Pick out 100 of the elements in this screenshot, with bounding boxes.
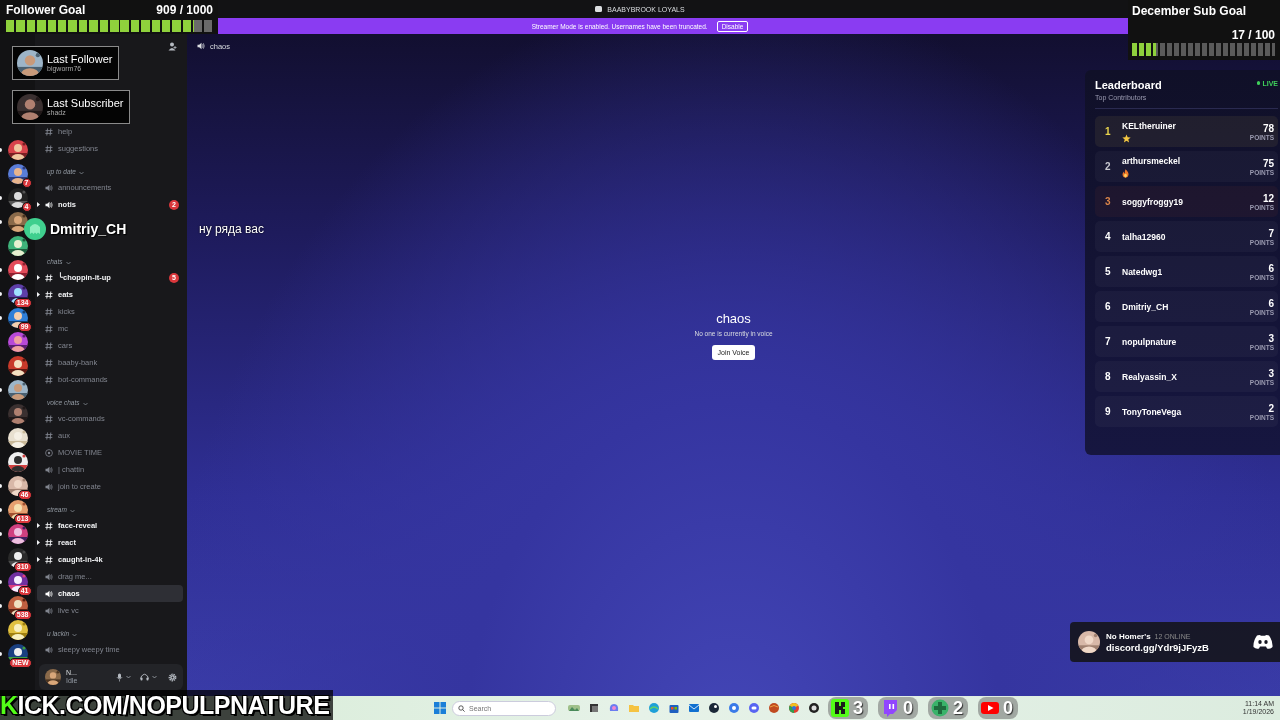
hashtag-icon — [45, 414, 53, 423]
hashtag-icon — [45, 273, 53, 282]
server-icon — [595, 6, 603, 12]
hashtag-icon — [45, 521, 53, 530]
rank-number: 7 — [1105, 336, 1111, 347]
points-value: 6 — [1268, 262, 1274, 274]
rank-number: 4 — [1105, 231, 1111, 242]
speaker-icon — [197, 42, 205, 50]
record-icon[interactable] — [808, 702, 820, 714]
chevron-icon — [69, 509, 75, 513]
contributor-name: Dmitriy_CH — [1122, 301, 1169, 312]
speaker-icon — [45, 606, 53, 615]
hashtag-icon — [45, 538, 53, 547]
plus-icon — [931, 699, 950, 717]
hashtag-icon — [45, 290, 53, 299]
goal-title: Follower Goal — [6, 3, 86, 17]
chevron-icon[interactable] — [126, 675, 131, 679]
rank-number: 1 — [1105, 126, 1111, 137]
rank-number: 6 — [1105, 301, 1111, 312]
kick-logo: K — [0, 690, 18, 720]
contributor-name: TonyToneVega — [1122, 406, 1182, 417]
hashtag-icon — [45, 307, 53, 316]
mail-icon[interactable] — [688, 702, 700, 714]
hashtag-icon — [45, 555, 53, 564]
chevron-icon — [65, 261, 71, 265]
hashtag-icon — [45, 341, 53, 350]
points-value: 75 — [1262, 157, 1274, 169]
unread-marker-icon — [37, 292, 40, 297]
globe-icon[interactable] — [788, 702, 800, 714]
unread-marker-icon — [37, 523, 40, 528]
hashtag-icon — [45, 144, 53, 153]
play-icon — [981, 699, 1000, 717]
viewer-counter: 0 — [878, 697, 919, 719]
points-value: 12 — [1262, 192, 1274, 204]
landscape-icon[interactable] — [568, 702, 580, 714]
speaker-icon — [45, 482, 53, 491]
add-user-icon[interactable] — [168, 41, 177, 51]
hashtag-icon — [45, 324, 53, 333]
rank-number: 2 — [1105, 161, 1111, 172]
rank-number: 3 — [1105, 196, 1111, 207]
window-icon[interactable] — [588, 702, 600, 714]
speaker-icon — [45, 465, 53, 474]
microphone-icon[interactable] — [116, 672, 123, 682]
contributor-name: talha12960 — [1122, 231, 1166, 242]
chat-message: ну ряда вас — [199, 222, 264, 236]
game-controller-icon — [1252, 634, 1274, 650]
points-value: 7 — [1268, 227, 1274, 239]
channel-url: ICK.COM/NOPULPNATURE — [17, 690, 330, 720]
headphones-icon[interactable] — [140, 673, 149, 681]
chevron-icon — [78, 171, 84, 175]
unread-marker-icon — [37, 540, 40, 545]
points-value: 6 — [1268, 297, 1274, 309]
alert-title: Last Follower — [47, 53, 113, 65]
chevron-icon — [82, 402, 88, 406]
unread-marker-icon — [37, 202, 40, 207]
contributor-name: soggyfroggy19 — [1122, 196, 1183, 207]
server-name: No Homer's — [1106, 631, 1151, 641]
viewer-counter: 0 — [978, 697, 1019, 719]
speaker-icon — [45, 200, 53, 209]
hashtag-icon — [45, 358, 53, 367]
goal-count: 909 / 1000 — [156, 3, 213, 17]
ghost-icon — [24, 218, 46, 240]
points-value: 3 — [1268, 332, 1274, 344]
star-icon — [1122, 133, 1131, 143]
contributor-name: Realyassin_X — [1122, 371, 1177, 382]
unread-marker-icon — [37, 275, 40, 280]
chevron-icon[interactable] — [152, 675, 157, 679]
start-icon[interactable] — [434, 702, 446, 714]
search-icon — [458, 704, 465, 712]
flame-icon — [1122, 168, 1129, 178]
speaker-icon — [45, 183, 53, 192]
goal-title: December Sub Goal — [1132, 4, 1248, 18]
rank-number: 9 — [1105, 406, 1111, 417]
contributor-name: nopulpnature — [1122, 336, 1177, 347]
globe-icon[interactable] — [648, 702, 660, 714]
goal-count: 17 / 100 — [1231, 28, 1275, 42]
rank-number: 5 — [1105, 266, 1111, 277]
hashtag-icon — [45, 431, 53, 440]
voice-channel-name: chaos — [716, 310, 751, 326]
broadcast-icon — [45, 448, 53, 457]
points-value: 78 — [1262, 122, 1274, 134]
bag-icon[interactable] — [668, 702, 680, 714]
rank-number: 8 — [1105, 371, 1111, 382]
unread-marker-icon — [37, 557, 40, 562]
contributor-name: arthursmeckel — [1122, 155, 1181, 166]
viewer-counter: 3 — [828, 697, 868, 719]
alert-title: Last Subscriber — [47, 97, 124, 109]
contributor-name: Natedwg1 — [1122, 266, 1163, 277]
chat-username: Dmitriy_CH — [50, 221, 127, 237]
hashtag-icon — [45, 375, 53, 384]
chevron-icon — [72, 633, 78, 637]
leaderboard-title: Leaderboard — [1095, 79, 1162, 91]
live-dot — [1256, 81, 1261, 85]
settings-icon[interactable] — [168, 672, 177, 682]
swirl-icon[interactable] — [608, 702, 620, 714]
points-value: 2 — [1268, 402, 1274, 414]
speaker-icon — [45, 645, 53, 654]
points-value: 3 — [1268, 367, 1274, 379]
hashtag-icon — [45, 127, 53, 136]
contributor-name: KELtheruiner — [1122, 120, 1176, 131]
